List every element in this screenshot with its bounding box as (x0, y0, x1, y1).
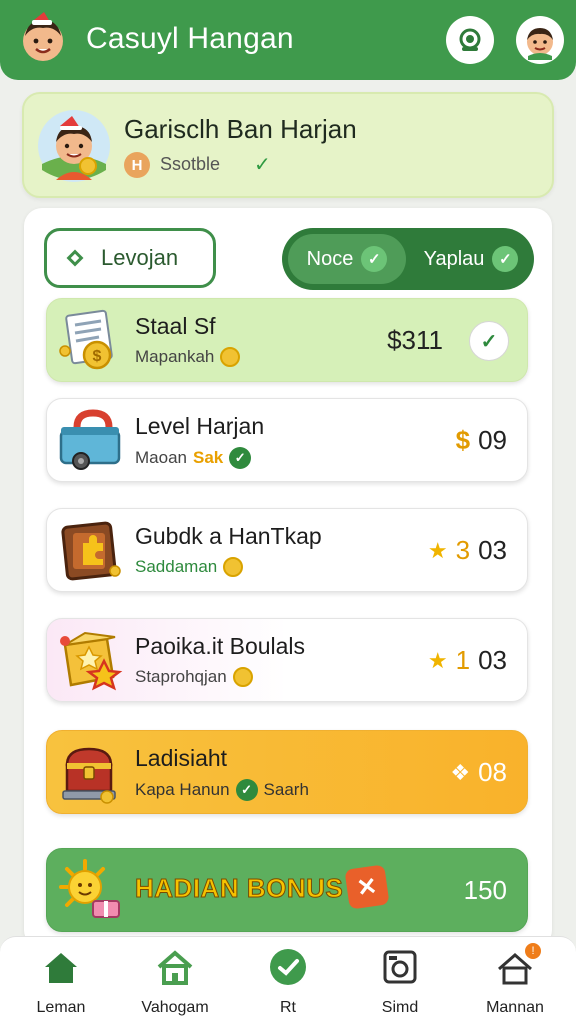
reward-card[interactable]: Level Harjan Maoan Sak ✓ $ 09 (46, 398, 528, 482)
profile-status: Ssotble (160, 154, 221, 174)
gem-icon: ❖ (450, 759, 471, 785)
support-button[interactable] (446, 16, 494, 64)
reward-subtitle-highlight: Sak (192, 448, 224, 467)
profile-name: Garisclh Ban Harjan (124, 114, 357, 144)
profile-button[interactable] (516, 16, 564, 64)
user-avatar-icon (527, 28, 553, 60)
star-icon: ★ (427, 647, 448, 673)
checkmark-icon: ✓ (254, 154, 271, 176)
toolbox-icon (59, 409, 121, 470)
puzzle-box-icon (61, 521, 121, 581)
reward-card[interactable]: Ladisiaht Kapa Hanun ✓ Saarh ❖ 08 (46, 730, 528, 814)
verified-icon: ✓ (235, 779, 258, 801)
segment-toggle: Noce ✓ Yaplau ✓ (282, 228, 534, 290)
reward-value-text: 03 (478, 645, 507, 675)
star-icon: ★ (427, 537, 448, 563)
app-title: Casuyl Hangan (86, 22, 294, 55)
check-circle-icon (268, 947, 308, 987)
check-icon: ✓ (361, 246, 388, 272)
reward-subtitle-row: Maoan Sak ✓ (135, 447, 252, 469)
reward-title: Paoika.it Boulals (135, 633, 306, 659)
reward-subtitle-row: Saddaman (135, 557, 244, 577)
reward-value-text: 09 (478, 425, 507, 455)
gift-box-icon (60, 631, 123, 691)
nav-item-simd[interactable]: Simd (345, 947, 455, 1023)
headset-icon (459, 28, 481, 51)
reward-subtitle-row: Mapankah (135, 347, 241, 367)
claim-check-button[interactable]: ✓ (469, 321, 509, 361)
coin-icon (220, 347, 241, 367)
profile-avatar (38, 110, 110, 182)
reward-subtitle: Maoan (135, 448, 187, 467)
treasure-chest-icon (62, 747, 116, 804)
bonus-card[interactable]: HADIAN BONUS ✕ 150 (46, 848, 528, 932)
verified-icon: ✓ (229, 447, 252, 469)
bonus-title: HADIAN BONUS (134, 873, 344, 904)
reward-value: ★ 3 03 (428, 535, 507, 566)
coin-icon (232, 667, 253, 687)
nav-item-rt[interactable]: Rt (233, 947, 343, 1023)
notification-badge: ! (525, 943, 541, 959)
nav-item-vahogam[interactable]: Vahogam (120, 947, 230, 1023)
document-coin-icon: $ (59, 309, 113, 370)
reward-value-text: 08 (478, 757, 507, 787)
nav-item-leman[interactable]: Leman (6, 947, 116, 1023)
nav-label: Mannan (486, 999, 544, 1016)
rewards-panel: Levojan Noce ✓ Yaplau ✓ $ Staal Sf Mapan… (24, 208, 552, 948)
nav-item-mannan[interactable]: ! Mannan (460, 943, 570, 1023)
check-icon: ✓ (492, 246, 519, 272)
reward-subtitle-row: Kapa Hanun ✓ Saarh (135, 779, 309, 801)
reward-value-text: 03 (478, 535, 507, 565)
sun-gift-icon (59, 859, 120, 918)
reward-title: Level Harjan (135, 413, 265, 439)
coin-icon (223, 557, 244, 577)
svg-text:$: $ (93, 348, 102, 365)
reward-subtitle: Staprohqjan (135, 667, 227, 686)
profile-card[interactable]: Garisclh Ban Harjan H Ssotble ✓ (22, 92, 554, 198)
level-filter-label: Levojan (101, 245, 179, 270)
close-icon[interactable]: ✕ (344, 864, 390, 910)
toggle-option-right[interactable]: Yaplau ✓ (414, 234, 528, 284)
reward-value-text: $311 (387, 325, 443, 355)
reward-card[interactable]: Paoika.it Boulals Staprohqjan ★ 1 03 (46, 618, 528, 702)
reward-subtitle: Saddaman (135, 557, 218, 576)
reward-subtitle-extra: Saarh (263, 780, 309, 799)
reward-value: ❖ 08 (450, 757, 507, 788)
diamond-icon (66, 249, 84, 267)
house-outline-icon (155, 947, 195, 987)
reward-value-prefix: 1 (455, 645, 471, 675)
toggle-right-label: Yaplau (423, 247, 485, 270)
dollar-icon: $ (455, 425, 471, 455)
reward-title: Staal Sf (135, 313, 216, 339)
bottom-nav: Leman Vahogam Rt Simd ! Mannan (0, 936, 576, 1024)
reward-card[interactable]: $ Staal Sf Mapankah $311 ✓ (46, 298, 528, 382)
level-badge-icon: H (124, 152, 150, 178)
home-icon (41, 947, 81, 987)
nav-label: Vahogam (141, 999, 209, 1016)
level-filter-button[interactable]: Levojan (44, 228, 216, 288)
toggle-left-label: Noce (306, 247, 354, 270)
bonus-value: 150 (464, 875, 507, 906)
reward-value-prefix: 3 (455, 535, 471, 565)
app-avatar-icon (23, 12, 63, 61)
reward-card[interactable]: Gubdk a HanTkap Saddaman ★ 3 03 (46, 508, 528, 592)
reward-subtitle: Kapa Hanun (135, 780, 230, 799)
toggle-option-left[interactable]: Noce ✓ (288, 234, 406, 284)
app-header: Casuyl Hangan (0, 0, 576, 80)
reward-value: $311 (387, 325, 443, 356)
reward-title: Ladisiaht (135, 745, 228, 771)
nav-label: Simd (381, 999, 419, 1016)
reward-value: $ 09 (456, 425, 507, 456)
reward-title: Gubdk a HanTkap (135, 523, 322, 549)
reward-value: ★ 1 03 (428, 645, 507, 676)
reward-subtitle-row: Staprohqjan (135, 667, 253, 687)
camera-icon (380, 947, 420, 987)
home-notification-icon: ! (495, 943, 541, 987)
nav-label: Leman (36, 999, 86, 1016)
nav-label: Rt (280, 999, 296, 1016)
bonus-value-text: 150 (463, 875, 507, 905)
reward-subtitle: Mapankah (135, 347, 215, 366)
